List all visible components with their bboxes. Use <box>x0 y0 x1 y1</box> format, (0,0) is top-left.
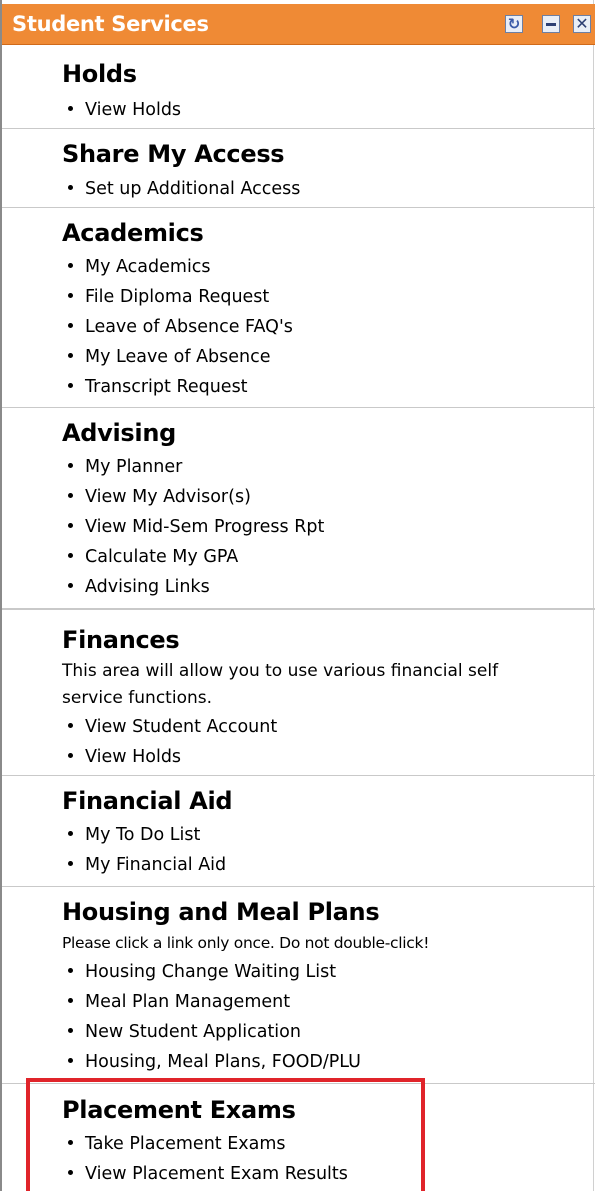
list-item: View Student Account <box>68 712 277 742</box>
section-title: Academics <box>62 219 204 247</box>
link-view-my-advisors[interactable]: View My Advisor(s) <box>85 487 251 507</box>
link-view-student-account[interactable]: View Student Account <box>85 717 277 737</box>
link-my-to-do-list[interactable]: My To Do List <box>85 825 200 845</box>
section-title: Holds <box>62 60 137 88</box>
list-item: Transcript Request <box>68 372 293 402</box>
bullet-icon <box>68 322 73 328</box>
section-finances: Finances This area will allow you to use… <box>2 609 595 776</box>
link-housing-change-waiting-list[interactable]: Housing Change Waiting List <box>85 962 336 982</box>
list-item: New Student Application <box>68 1017 361 1047</box>
list-item: File Diploma Request <box>68 282 293 312</box>
link-advising-links[interactable]: Advising Links <box>85 577 210 597</box>
bullet-icon <box>68 1057 73 1063</box>
section-title: Housing and Meal Plans <box>62 898 380 926</box>
portlet-header: Student Services ↻ ✕ <box>2 4 595 45</box>
link-view-mid-sem-progress-rpt[interactable]: View Mid-Sem Progress Rpt <box>85 517 324 537</box>
section-title: Share My Access <box>62 140 285 168</box>
bullet-icon <box>68 552 73 558</box>
link-housing-meal-plans-food-plu[interactable]: Housing, Meal Plans, FOOD/PLU <box>85 1052 361 1072</box>
section-advising: Advising My Planner View My Advisor(s) V… <box>2 408 595 609</box>
section-title: Advising <box>62 419 177 447</box>
list-item: Advising Links <box>68 572 324 602</box>
section-housing-and-meal-plans: Housing and Meal Plans Please click a li… <box>2 887 595 1084</box>
link-transcript-request[interactable]: Transcript Request <box>85 377 248 397</box>
list-item: Set up Additional Access <box>68 174 300 204</box>
bullet-icon <box>68 352 73 358</box>
link-my-planner[interactable]: My Planner <box>85 457 182 477</box>
bullet-icon <box>68 492 73 498</box>
link-my-leave-of-absence[interactable]: My Leave of Absence <box>85 347 271 367</box>
link-my-academics[interactable]: My Academics <box>85 257 211 277</box>
bullet-icon <box>68 105 73 111</box>
bullet-icon <box>68 1027 73 1033</box>
bullet-icon <box>68 292 73 298</box>
list-item: My Planner <box>68 452 324 482</box>
list-item: Housing, Meal Plans, FOOD/PLU <box>68 1047 361 1077</box>
section-share-my-access: Share My Access Set up Additional Access <box>2 129 595 208</box>
bullet-icon <box>68 382 73 388</box>
list-item: My Leave of Absence <box>68 342 293 372</box>
refresh-icon[interactable]: ↻ <box>505 15 523 33</box>
list-item: View Mid-Sem Progress Rpt <box>68 512 324 542</box>
bullet-icon <box>68 462 73 468</box>
list-item: My Financial Aid <box>68 850 226 880</box>
link-my-financial-aid[interactable]: My Financial Aid <box>85 855 226 875</box>
link-file-diploma-request[interactable]: File Diploma Request <box>85 287 269 307</box>
close-icon[interactable]: ✕ <box>573 15 591 33</box>
list-item: View My Advisor(s) <box>68 482 324 512</box>
section-financial-aid: Financial Aid My To Do List My Financial… <box>2 776 595 887</box>
list-item: Leave of Absence FAQ's <box>68 312 293 342</box>
bullet-icon <box>68 997 73 1003</box>
bullet-icon <box>68 184 73 190</box>
student-services-portlet: Student Services ↻ ✕ Holds View Holds Sh… <box>0 0 595 1191</box>
bullet-icon <box>68 722 73 728</box>
bullet-icon <box>68 967 73 973</box>
bullet-icon <box>68 582 73 588</box>
minimize-icon[interactable] <box>542 15 560 33</box>
link-meal-plan-management[interactable]: Meal Plan Management <box>85 992 290 1012</box>
section-holds: Holds View Holds <box>2 45 595 129</box>
list-item: Meal Plan Management <box>68 987 361 1017</box>
highlight-box <box>26 1078 425 1191</box>
section-description: Please click a link only once. Do not do… <box>62 934 430 952</box>
section-description: This area will allow you to use various … <box>62 661 499 708</box>
section-title: Financial Aid <box>62 787 233 815</box>
bullet-icon <box>68 522 73 528</box>
list-item: My Academics <box>68 252 293 282</box>
list-item: View Holds <box>68 742 277 772</box>
link-new-student-application[interactable]: New Student Application <box>85 1022 301 1042</box>
portlet-title: Student Services <box>12 12 209 36</box>
bullet-icon <box>68 860 73 866</box>
link-calculate-my-gpa[interactable]: Calculate My GPA <box>85 547 238 567</box>
link-view-holds[interactable]: View Holds <box>85 100 181 120</box>
link-set-up-additional-access[interactable]: Set up Additional Access <box>85 179 300 199</box>
link-view-holds[interactable]: View Holds <box>85 747 181 767</box>
list-item: Calculate My GPA <box>68 542 324 572</box>
list-item: View Holds <box>68 95 181 125</box>
link-leave-of-absence-faqs[interactable]: Leave of Absence FAQ's <box>85 317 293 337</box>
bullet-icon <box>68 262 73 268</box>
list-item: My To Do List <box>68 820 226 850</box>
section-academics: Academics My Academics File Diploma Requ… <box>2 208 595 408</box>
section-title: Finances <box>62 626 180 654</box>
bullet-icon <box>68 830 73 836</box>
bullet-icon <box>68 752 73 758</box>
list-item: Housing Change Waiting List <box>68 957 361 987</box>
